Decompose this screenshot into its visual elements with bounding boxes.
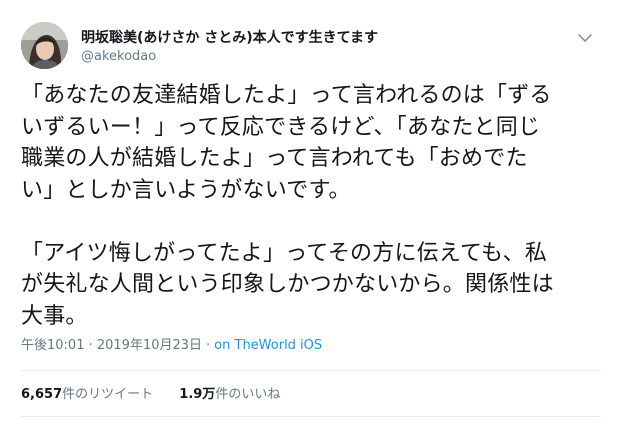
meta-separator: ·: [206, 338, 211, 353]
like-count: 1.9万: [179, 387, 216, 402]
tweet-meta: 午後10:01 · 2019年10月23日 · on TheWorld iOS: [21, 336, 322, 356]
timestamp[interactable]: 午後10:01 · 2019年10月23日: [21, 338, 202, 353]
retweet-label: 件のリツイート: [62, 387, 154, 402]
like-stat[interactable]: 1.9万件のいいね: [179, 386, 280, 404]
display-name[interactable]: 明坂聡美(あけさか さとみ)本人です生きてます: [81, 29, 378, 47]
tweet-card: 明坂聡美(あけさか さとみ)本人です生きてます @akekodao 「あなたの友…: [0, 0, 618, 424]
tweet-header: 明坂聡美(あけさか さとみ)本人です生きてます @akekodao: [81, 29, 378, 66]
avatar-photo-icon: [21, 22, 68, 69]
retweet-count: 6,657: [21, 387, 63, 402]
chevron-down-icon[interactable]: [576, 30, 594, 44]
tweet-stats: 6,657件のリツイート 1.9万件のいいね: [21, 386, 280, 404]
divider: [21, 370, 601, 371]
user-handle[interactable]: @akekodao: [81, 48, 378, 66]
like-label: 件のいいね: [215, 387, 281, 402]
divider: [21, 416, 601, 417]
avatar[interactable]: [21, 22, 68, 69]
tweet-text: 「あなたの友達結婚したよ」って言われるのは「ずる いずるいー！」って反応できるけ…: [21, 83, 554, 329]
source-link[interactable]: on TheWorld iOS: [214, 338, 322, 353]
retweet-stat[interactable]: 6,657件のリツイート: [21, 386, 153, 404]
